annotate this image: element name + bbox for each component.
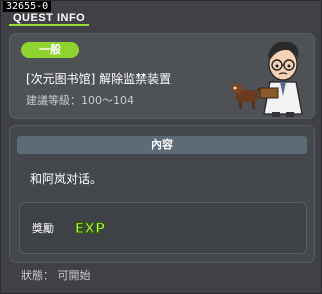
quest-id-label: 32655-0 [3,1,52,12]
exp-icon[interactable]: EXP [72,215,108,239]
quest-status: 狀態： 可開始 [21,269,91,282]
quest-type-badge: 一般 [21,42,79,58]
exp-icon-text: EXP [75,221,106,237]
reward-box: 獎勵 EXP [19,202,307,254]
content-section-header: 內容 [17,136,307,154]
scientist-npc-with-robot-dog-icon [232,41,303,117]
quest-header-card: 一般 [次元图书馆] 解除监禁装置 建議等級：100～104 [9,33,315,119]
quest-name: [次元图书馆] 解除监禁装置 [26,72,172,86]
quest-info-window: 32655-0 QUEST INFO 一般 [次元图书馆] 解除监禁装置 建議等… [0,0,322,294]
quest-level-requirement: 建議等級：100～104 [26,94,134,107]
reward-label: 獎勵 [32,222,54,235]
window-title: QUEST INFO [9,12,90,26]
quest-description: 和阿岚对话。 [30,172,103,186]
quest-content-card: 內容 和阿岚对话。 獎勵 EXP [9,125,315,263]
